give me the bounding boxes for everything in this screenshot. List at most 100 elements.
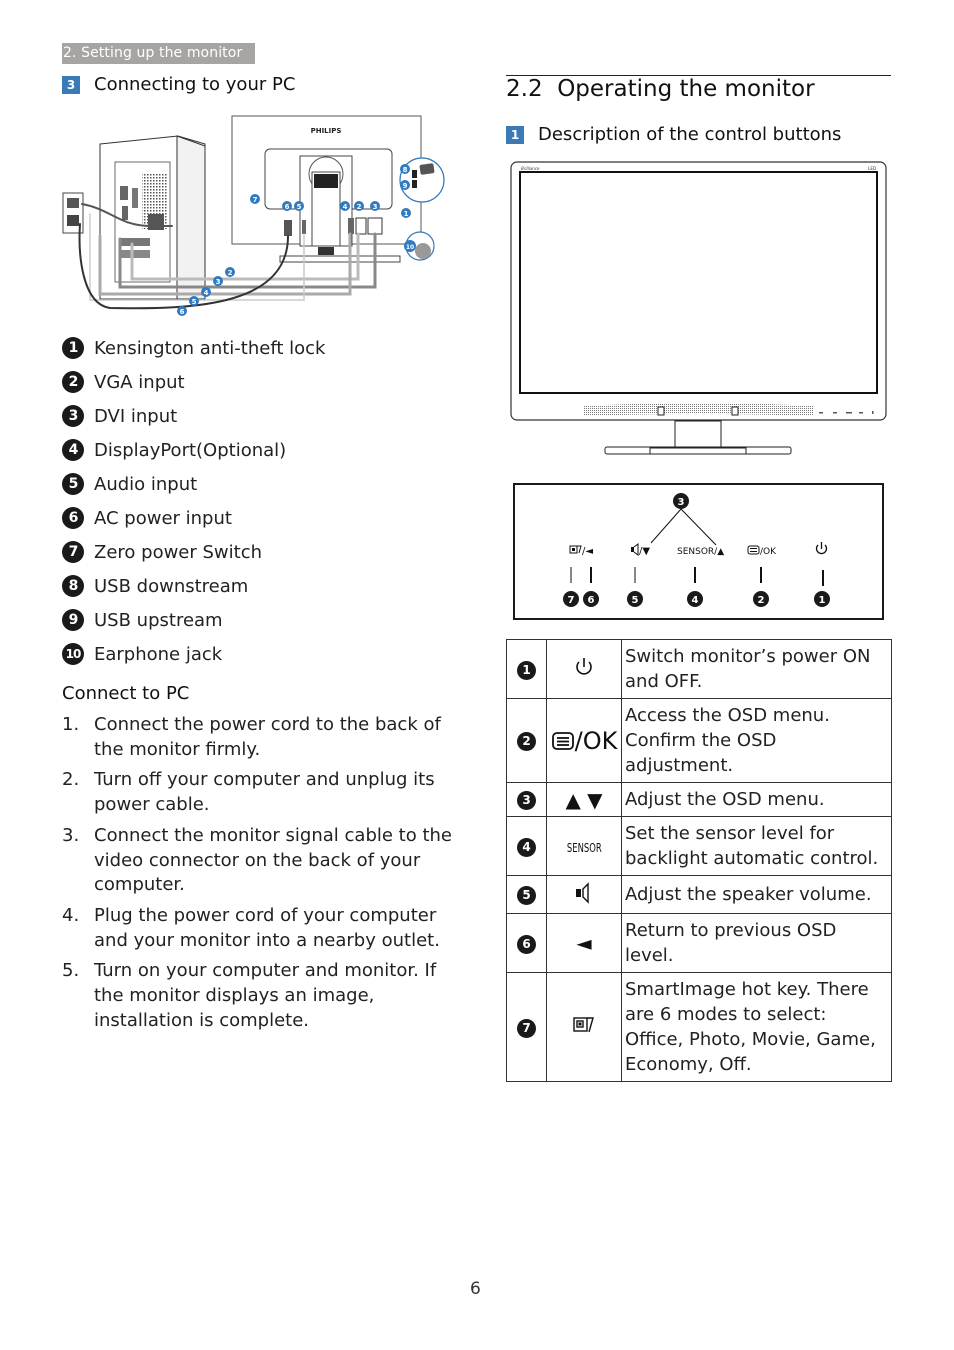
icon-cell: SENSOR xyxy=(546,816,622,876)
number-badge: 5 xyxy=(517,886,536,905)
step-number: 4. xyxy=(62,904,80,926)
description-cell: Set the sensor level for backlight autom… xyxy=(621,816,892,876)
icon-cell: /OK xyxy=(546,698,622,783)
monitor-front-illustration: Brilliance LED PHILIPS xyxy=(510,161,887,455)
svg-text:/OK: /OK xyxy=(760,547,777,557)
number-badge: 6 xyxy=(517,934,536,954)
connect-steps: 1. Connect the power cord to the back of … xyxy=(62,713,452,1039)
row-number-cell: 7 xyxy=(506,972,547,1082)
number-badge: 7 xyxy=(517,1018,536,1038)
row-number-cell: 1 xyxy=(506,639,547,699)
table-row: 7 SmartImage hot key. There are 6 modes … xyxy=(506,972,892,1082)
callout-3: 3 xyxy=(370,201,380,211)
step-text: Connect the power cord to the back of th… xyxy=(94,714,441,760)
svg-text:4: 4 xyxy=(204,289,209,297)
step-text: Turn on your computer and monitor. If th… xyxy=(94,960,437,1031)
callout-5: 5 xyxy=(294,201,304,211)
callout-4: 4 xyxy=(687,591,703,607)
svg-text:7: 7 xyxy=(568,595,575,606)
legend-label: Zero power Switch xyxy=(94,541,263,563)
svg-text:6: 6 xyxy=(180,308,185,316)
number-badge: 3 xyxy=(517,791,536,810)
monitor-neck xyxy=(674,420,722,449)
callout-1: 1 xyxy=(814,591,830,607)
section-badge: 3 xyxy=(62,75,80,94)
number-badge: 10 xyxy=(62,643,84,665)
legend-item: 6 AC power input xyxy=(62,501,325,535)
table-row: 6 ◄ Return to previous OSD level. xyxy=(506,913,892,973)
panel-button-volume-down: /▼ xyxy=(631,543,650,557)
icon-cell xyxy=(546,972,622,1082)
svg-text:1: 1 xyxy=(819,595,826,606)
number-badge: 5 xyxy=(62,473,84,495)
callout-7: 7 xyxy=(563,591,579,607)
step-item: 2. Turn off your computer and unplug its … xyxy=(62,768,452,817)
connect-to-pc-heading: Connect to PC xyxy=(62,683,190,704)
smartimage-icon xyxy=(573,1017,594,1033)
section-heading-control-buttons: 1 Description of the control buttons xyxy=(506,124,841,145)
description-cell: Adjust the speaker volume. xyxy=(621,875,892,914)
row-number-cell: 2 xyxy=(506,698,547,783)
callout-5: 5 xyxy=(627,591,643,607)
callout-cable-5: 5 xyxy=(189,296,199,306)
legend-item: 4 DisplayPort(Optional) xyxy=(62,433,325,467)
callout-3: 3 xyxy=(673,493,689,509)
svg-text:3: 3 xyxy=(373,203,378,211)
icon-cell xyxy=(546,875,622,914)
section-title: Description of the control buttons xyxy=(538,124,842,145)
step-item: 4. Plug the power cord of your computer a… xyxy=(62,904,452,953)
row-number-cell: 3 xyxy=(506,782,547,817)
svg-text:10: 10 xyxy=(406,244,414,251)
description-cell: Return to previous OSD level. xyxy=(621,913,892,973)
legend-label: Kensington anti-theft lock xyxy=(94,337,326,359)
icon-cell: ◄ xyxy=(546,913,622,973)
step-number: 1. xyxy=(62,714,80,735)
svg-text:1: 1 xyxy=(404,210,409,218)
step-number: 5. xyxy=(62,960,80,982)
step-text: Turn off your computer and unplug its po… xyxy=(94,769,435,816)
callout-9: 9 xyxy=(400,180,410,190)
number-badge: 2 xyxy=(62,371,84,393)
svg-text:3: 3 xyxy=(678,497,685,508)
callout-1: 1 xyxy=(401,208,411,218)
step-item: 5. Turn on your computer and monitor. If … xyxy=(62,959,452,1033)
svg-text:2: 2 xyxy=(758,595,765,606)
callout-6: 6 xyxy=(583,591,599,607)
callout-2: 2 xyxy=(753,591,769,607)
panel-button-sensor-up: SENSOR/▲ xyxy=(677,547,724,557)
table-row: 4 SENSOR Set the sensor level for backli… xyxy=(506,816,892,876)
description-cell: Access the OSD menu. Confirm the OSD adj… xyxy=(621,698,892,783)
number-badge: 6 xyxy=(62,507,84,529)
legend-label: VGA input xyxy=(94,371,185,393)
callout-6: 6 xyxy=(282,201,292,211)
svg-text:2: 2 xyxy=(357,203,362,211)
number-badge: 1 xyxy=(517,660,536,680)
section-title: Connecting to your PC xyxy=(94,74,296,95)
monitor-back: PHILIPS xyxy=(231,115,445,263)
table-row: 1 Switch monitor’s power ON and OFF. xyxy=(506,639,892,699)
svg-text:6: 6 xyxy=(285,203,290,211)
step-item: 1. Connect the power cord to the back of … xyxy=(62,713,452,762)
legend-item: 8 USB downstream xyxy=(62,569,325,603)
monitor-brand: PHILIPS xyxy=(311,127,342,135)
number-badge: 7 xyxy=(62,541,84,563)
svg-text:4: 4 xyxy=(692,595,699,606)
legend-label: Earphone jack xyxy=(94,643,223,665)
legend-item: 2 VGA input xyxy=(62,365,325,399)
number-badge: 2 xyxy=(517,732,536,751)
callout-cable-2: 2 xyxy=(225,267,235,277)
svg-text:5: 5 xyxy=(297,203,302,211)
svg-text:3: 3 xyxy=(216,278,221,286)
description-cell: Switch monitor’s power ON and OFF. xyxy=(621,639,892,699)
step-item: 3. Connect the monitor signal cable to th… xyxy=(62,824,452,898)
panel-button-smartimage-back: /◄ xyxy=(569,545,593,557)
row-number-cell: 5 xyxy=(506,875,547,914)
legend-label: DisplayPort(Optional) xyxy=(94,439,287,461)
svg-text:/▼: /▼ xyxy=(639,546,650,557)
svg-text:4: 4 xyxy=(343,203,348,211)
icon-cell: ▲ ▼ xyxy=(546,782,622,817)
panel-button-menu-ok: /OK xyxy=(747,545,777,557)
number-badge: 4 xyxy=(62,439,84,461)
monitor-led-label: LED xyxy=(868,166,876,171)
number-badge: 8 xyxy=(62,575,84,597)
